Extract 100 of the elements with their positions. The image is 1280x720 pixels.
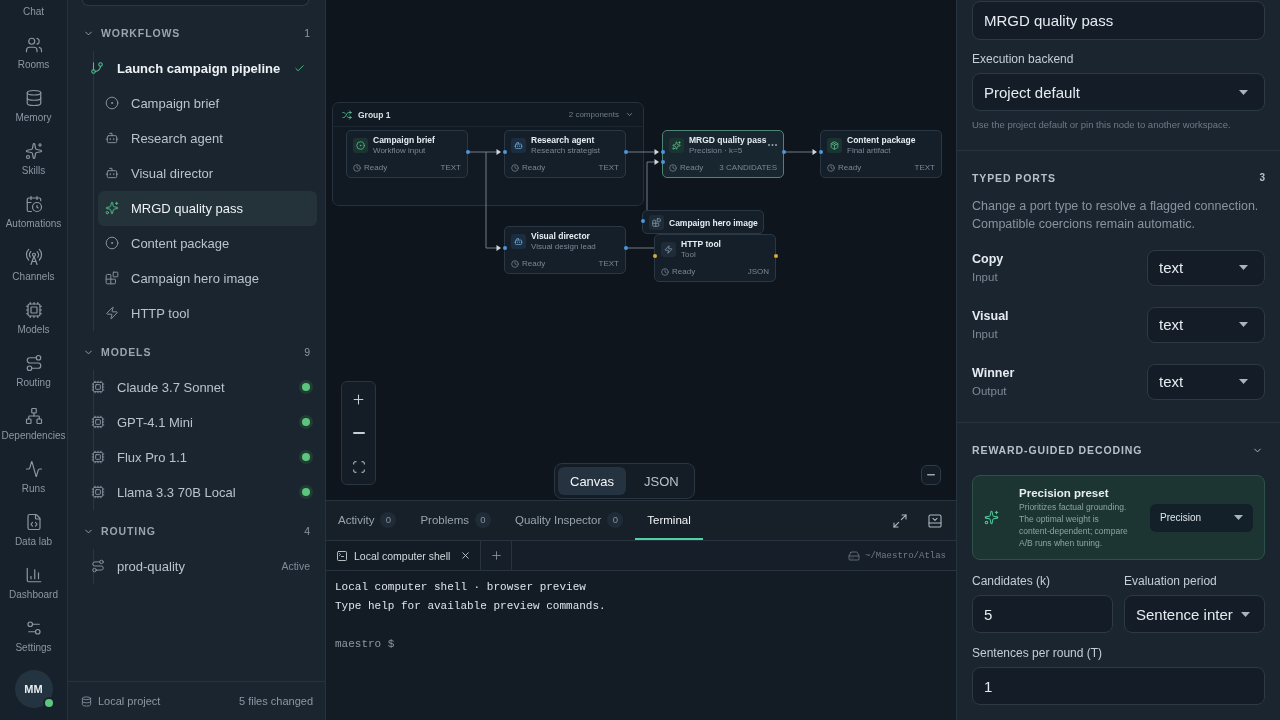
shuffle-icon bbox=[342, 109, 352, 120]
tree-item[interactable]: HTTP tool bbox=[98, 295, 317, 331]
nav-label[interactable]: Chat bbox=[22, 6, 45, 17]
view-tab[interactable]: JSON bbox=[632, 467, 691, 495]
route-item[interactable]: prod-quality Active bbox=[91, 548, 317, 584]
count-badge: 0 bbox=[475, 511, 491, 528]
plus-icon bbox=[351, 391, 366, 407]
workflow-node[interactable]: MRGD quality pass Precision · k=5 Ready 3 CANDIDATES bbox=[662, 130, 784, 178]
clock-icon bbox=[511, 259, 519, 268]
node-port-type: JSON bbox=[747, 267, 769, 276]
nav-item[interactable]: Channels bbox=[0, 239, 67, 292]
node-subtitle: Visual design lead bbox=[531, 242, 596, 251]
section-title: TYPED PORTS bbox=[972, 170, 1056, 185]
shell-session-tab[interactable]: Local computer shell bbox=[326, 541, 482, 570]
model-item[interactable]: Llama 3.3 70B Local bbox=[91, 474, 317, 510]
model-item[interactable]: GPT-4.1 Mini bbox=[91, 404, 317, 440]
clock-icon bbox=[661, 267, 669, 276]
node-title: HTTP tool bbox=[681, 239, 721, 249]
workflow-node[interactable]: Research agent Research strategist Ready TEXT bbox=[504, 130, 626, 178]
branch-icon bbox=[90, 61, 104, 75]
panel-collapse-icon bbox=[926, 512, 943, 529]
tree-item[interactable]: Research agent bbox=[98, 120, 317, 156]
robot-icon bbox=[105, 131, 119, 145]
tree-item[interactable]: Launch campaign pipeline bbox=[90, 50, 317, 86]
package-icon bbox=[827, 137, 842, 153]
minimap-button[interactable] bbox=[921, 465, 941, 485]
tree-item[interactable]: Content package bbox=[98, 225, 317, 261]
nav-item[interactable]: Models bbox=[0, 292, 67, 345]
close-icon[interactable] bbox=[460, 550, 472, 561]
section-header[interactable]: REWARD-GUIDED DECODING bbox=[972, 443, 1265, 457]
connector-line bbox=[626, 149, 659, 155]
node-title: Campaign brief bbox=[373, 135, 435, 145]
sparkles-icon bbox=[669, 137, 684, 153]
expand-icon bbox=[891, 512, 908, 529]
count-badge: 0 bbox=[607, 511, 624, 528]
workflow-node[interactable]: HTTP tool Tool Ready JSON bbox=[654, 234, 776, 282]
status-label: Active bbox=[281, 560, 310, 572]
panel-tab[interactable]: Activity 0 bbox=[326, 501, 409, 540]
nav-item[interactable]: Routing bbox=[0, 345, 67, 398]
port-type-select[interactable]: text bbox=[1147, 306, 1265, 343]
node-status: Ready bbox=[522, 163, 546, 172]
workflow-node[interactable]: Content package Final artifact Ready TEXT bbox=[820, 130, 942, 178]
section-header[interactable]: MODELS 9 bbox=[68, 341, 325, 363]
workflow-node[interactable]: Visual director Visual design lead Ready TEXT bbox=[504, 226, 626, 274]
caret-icon bbox=[1239, 379, 1248, 384]
nav-item[interactable]: Automations bbox=[0, 186, 67, 239]
nav-item[interactable]: Memory bbox=[0, 80, 67, 133]
section-header[interactable]: WORKFLOWS 1 bbox=[68, 22, 325, 44]
number-input[interactable]: 5 bbox=[972, 595, 1113, 633]
node-port-type: 3 CANDIDATES bbox=[719, 163, 777, 172]
connector-line bbox=[646, 159, 659, 211]
panel-tab[interactable]: Problems 0 bbox=[408, 501, 503, 540]
view-tab[interactable]: Canvas bbox=[558, 467, 627, 495]
node-status: Ready bbox=[672, 267, 696, 276]
circle-dot-icon bbox=[353, 137, 368, 153]
count-label: 9 bbox=[304, 346, 310, 358]
nav-item[interactable]: Runs bbox=[0, 451, 67, 504]
node-status: Ready bbox=[522, 259, 546, 268]
preset-title: Precision preset bbox=[1019, 486, 1109, 501]
port-type-select[interactable]: text bbox=[1147, 363, 1265, 400]
port-dot-icon bbox=[652, 254, 657, 258]
lightning-icon bbox=[661, 241, 676, 257]
backend-select[interactable]: Project default bbox=[972, 73, 1265, 111]
nav-item[interactable]: Dependencies bbox=[0, 398, 67, 451]
preset-select[interactable]: Precision bbox=[1150, 503, 1253, 532]
search-field[interactable] bbox=[82, 0, 309, 6]
tree-item[interactable]: Campaign hero image bbox=[98, 260, 317, 296]
port-direction: Input bbox=[972, 326, 998, 342]
bar-chart-icon bbox=[24, 566, 43, 584]
calendar-clock-icon bbox=[24, 195, 43, 213]
caret-icon bbox=[1239, 89, 1248, 95]
nav-item[interactable]: Skills bbox=[0, 133, 67, 186]
section-header[interactable]: ROUTING 4 bbox=[68, 520, 325, 542]
tree-item[interactable]: Campaign brief bbox=[98, 85, 317, 121]
model-item[interactable]: Flux Pro 1.1 bbox=[91, 439, 317, 475]
nav-item[interactable]: Dashboard bbox=[0, 557, 67, 610]
tree-item[interactable]: MRGD quality pass bbox=[98, 190, 317, 226]
port-dot-icon bbox=[818, 150, 823, 154]
nav-item[interactable]: Settings bbox=[0, 610, 67, 663]
workflow-node[interactable]: Campaign hero image bbox=[642, 210, 764, 234]
number-input[interactable]: 1 bbox=[972, 667, 1265, 705]
chevron-down-icon[interactable] bbox=[625, 110, 634, 119]
name-input[interactable]: MRGD quality pass bbox=[972, 1, 1265, 40]
port-dot-icon bbox=[640, 219, 645, 223]
sparkles-icon bbox=[105, 201, 119, 215]
port-dot-icon bbox=[465, 150, 470, 154]
port-dot-icon bbox=[660, 160, 665, 164]
count-label: 1 bbox=[304, 27, 310, 39]
tree-item[interactable]: Visual director bbox=[98, 155, 317, 191]
nav-item[interactable]: Rooms bbox=[0, 27, 67, 80]
workflow-node[interactable]: Campaign brief Workflow input Ready TEXT bbox=[346, 130, 468, 178]
minus-icon bbox=[352, 432, 365, 434]
port-type-select[interactable]: text bbox=[1147, 249, 1265, 286]
period-select[interactable]: Sentence inter bbox=[1124, 595, 1265, 633]
panel-tab[interactable]: Quality Inspector 0 bbox=[503, 501, 636, 540]
model-item[interactable]: Claude 3.7 Sonnet bbox=[91, 369, 317, 405]
nav-item[interactable]: Data lab bbox=[0, 504, 67, 557]
avatar[interactable]: MM bbox=[14, 670, 53, 708]
field-label: Execution backend bbox=[972, 52, 1074, 66]
port-direction: Output bbox=[972, 383, 1007, 399]
